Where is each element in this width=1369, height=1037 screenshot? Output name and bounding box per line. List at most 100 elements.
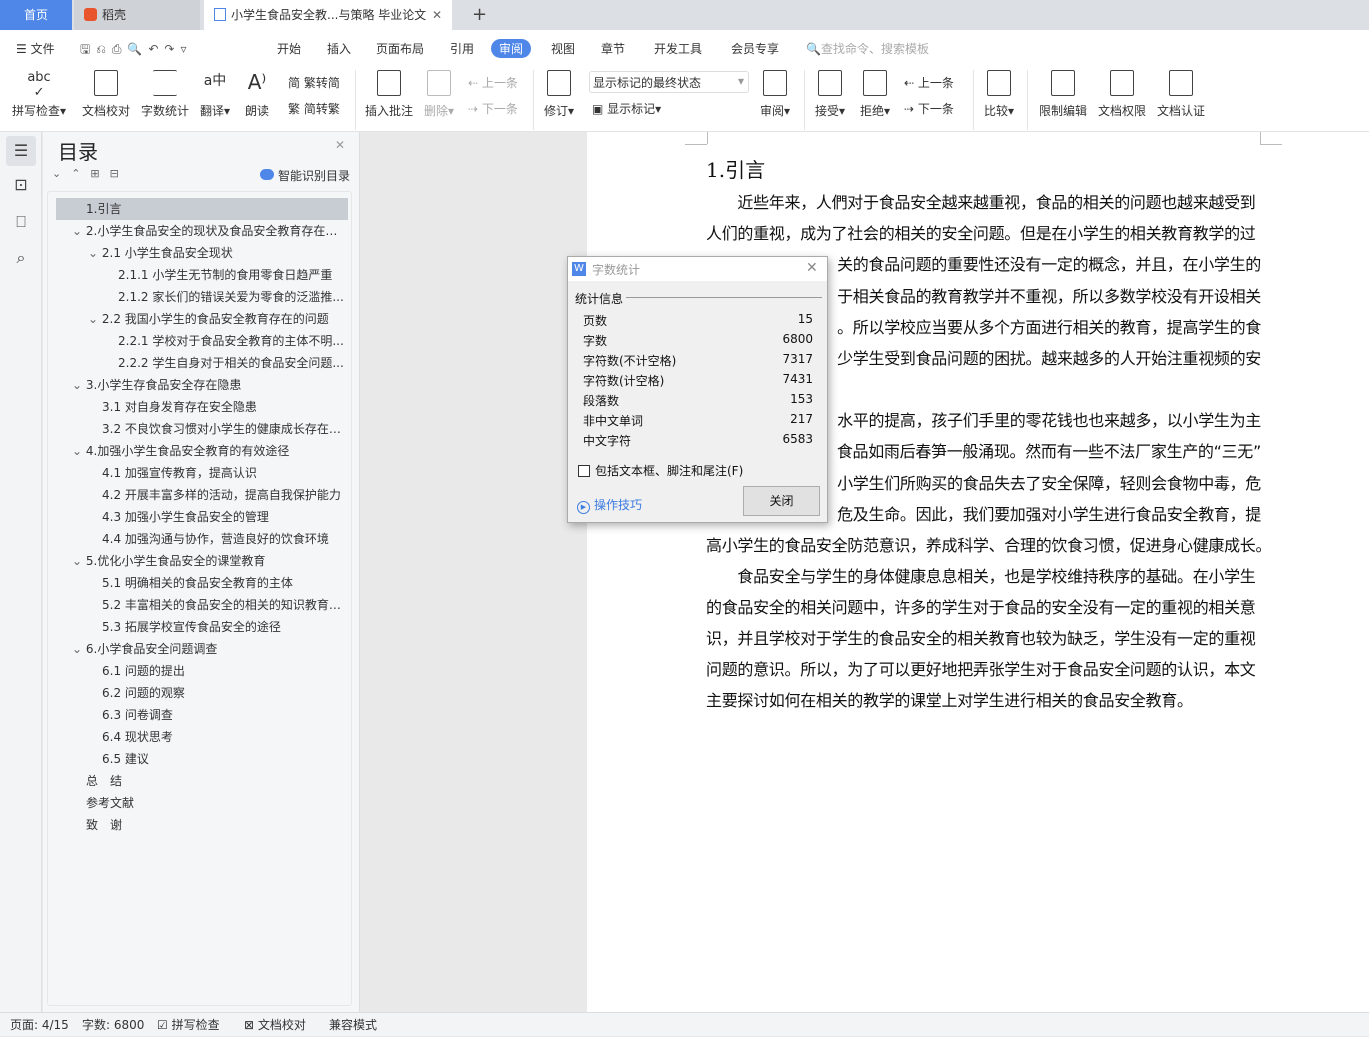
compare-button[interactable]: 比较▾: [984, 70, 1014, 119]
prev-comment-button[interactable]: ⇠ 上一条: [468, 74, 518, 91]
trad-to-simp-button[interactable]: 简 繁转简: [288, 74, 340, 91]
document-line: 近些年来，人們对于食品安全越来越重视，食品的相关的问题也越来越受到: [706, 193, 1256, 212]
menu-review[interactable]: 审阅: [491, 39, 532, 58]
close-pane-icon[interactable]: ✕: [335, 138, 345, 152]
include-textbox-checkbox[interactable]: 包括文本框、脚注和尾注(F): [578, 462, 743, 479]
toc-item[interactable]: 5.3 拓展学校宣传食品安全的途径: [56, 616, 348, 638]
toc-item[interactable]: 6.5 建议: [56, 748, 348, 770]
toc-item[interactable]: 2.1.2 家长们的错误关爱为零食的泛滥推...: [56, 286, 348, 308]
toc-item[interactable]: 致 谢: [56, 814, 348, 836]
toc-item[interactable]: 4.2 开展丰富多样的活动，提高自我保护能力: [56, 484, 348, 506]
doc-proof-icon: [94, 70, 118, 96]
toc-expand-collapse-buttons[interactable]: ⌄⌃⊞⊟: [52, 167, 129, 180]
menu-references[interactable]: 引用: [450, 40, 474, 57]
chevron-down-icon[interactable]: ⌄: [72, 224, 86, 238]
chevron-down-icon[interactable]: ⌄: [72, 378, 86, 392]
simp-to-trad-button[interactable]: 繁 简转繁: [288, 100, 340, 117]
toc-item[interactable]: ⌄ 3.小学生存食品安全存在隐患: [56, 374, 348, 396]
spell-check-status[interactable]: ☑ 拼写检查: [157, 1013, 220, 1037]
chevron-down-icon[interactable]: ⌄: [72, 642, 86, 656]
close-button[interactable]: 关闭: [743, 486, 820, 516]
toc-item[interactable]: 5.2 丰富相关的食品安全的相关的知识教育形...: [56, 594, 348, 616]
read-aloud-button[interactable]: A⁾ 朗读: [245, 70, 269, 119]
toc-item[interactable]: ⌄ 6.小学食品安全问题调查: [56, 638, 348, 660]
tab-document[interactable]: 小学生食品安全教...与策略 毕业论文 ✕: [204, 0, 452, 30]
stat-row: 字符数(不计空格) 7317: [583, 352, 813, 369]
toc-item[interactable]: 3.1 对自身发育存在安全隐患: [56, 396, 348, 418]
comment-add-icon: [377, 70, 401, 96]
toc-item[interactable]: ⌄ 2.2 我国小学生的食品安全教育存在的问题: [56, 308, 348, 330]
toc-item[interactable]: 总 结: [56, 770, 348, 792]
chevron-down-icon[interactable]: ⌄: [72, 444, 86, 458]
track-changes-button[interactable]: 修订▾: [544, 70, 574, 119]
word-count-button[interactable]: 字数统计: [141, 70, 189, 119]
toc-item[interactable]: 2.2.2 学生自身对于相关的食品安全问题...: [56, 352, 348, 374]
markup-state-select[interactable]: 显示标记的最终状态 ▾: [589, 71, 749, 93]
doc-proof-status[interactable]: ⊠ 文档校对: [244, 1013, 306, 1037]
toc-item[interactable]: 2.2.1 学校对于食品安全教育的主体不明...: [56, 330, 348, 352]
toc-item[interactable]: 4.3 加强小学生食品安全的管理: [56, 506, 348, 528]
reject-button[interactable]: 拒绝▾: [860, 70, 890, 119]
toc-item[interactable]: ⌄ 4.加强小学生食品安全教育的有效途径: [56, 440, 348, 462]
menu-page-layout[interactable]: 页面布局: [376, 40, 424, 57]
doc-permission-button[interactable]: 文档权限: [1098, 70, 1146, 119]
restrict-edit-button[interactable]: 限制编辑: [1039, 70, 1087, 119]
chevron-down-icon[interactable]: ⌄: [88, 246, 102, 260]
bookmark-icon[interactable]: ⎕: [6, 207, 36, 237]
menu-insert[interactable]: 插入: [327, 40, 351, 57]
chevron-down-icon[interactable]: ⌄: [72, 554, 86, 568]
toc-item[interactable]: ⌄ 5.优化小学生食品安全的课堂教育: [56, 550, 348, 572]
menu-section[interactable]: 章节: [601, 40, 625, 57]
toc-item[interactable]: 6.2 问题的观察: [56, 682, 348, 704]
menu-start[interactable]: 开始: [277, 40, 301, 57]
toc-item[interactable]: 1.引言: [56, 198, 348, 220]
chapter-icon[interactable]: ⊡: [6, 170, 36, 200]
close-tab-icon[interactable]: ✕: [432, 0, 442, 30]
smart-toc-button[interactable]: 智能识别目录: [260, 167, 350, 184]
toc-item[interactable]: ⌄ 2.1 小学生食品安全现状: [56, 242, 348, 264]
translate-button[interactable]: a中 翻译▾: [200, 70, 230, 119]
accept-button[interactable]: 接受▾: [815, 70, 845, 119]
review-pane-button[interactable]: 审阅▾: [760, 70, 790, 119]
toc-item[interactable]: 6.1 问题的提出: [56, 660, 348, 682]
delete-comment-button[interactable]: 删除▾: [424, 70, 454, 119]
page-indicator[interactable]: 页面: 4/15: [10, 1013, 69, 1037]
toc-item[interactable]: 参考文献: [56, 792, 348, 814]
toc-item[interactable]: 2.1.1 小学生无节制的食用零食日趋严重: [56, 264, 348, 286]
quick-access-toolbar[interactable]: 🖫⎌⎙🔍↶↷▿: [80, 40, 193, 61]
menu-developer[interactable]: 开发工具: [654, 40, 702, 57]
tips-link[interactable]: ▶ 操作技巧: [577, 496, 642, 514]
chevron-down-icon[interactable]: ⌄: [88, 312, 102, 326]
toc-item[interactable]: 6.4 现状思考: [56, 726, 348, 748]
file-menu[interactable]: ☰ 文件: [16, 40, 55, 57]
next-change-button[interactable]: ⇢ 下一条: [904, 100, 954, 117]
toc-item[interactable]: 4.1 加强宣传教育，提高认识: [56, 462, 348, 484]
menu-view[interactable]: 视图: [551, 40, 575, 57]
wps-writer-icon: W: [572, 262, 586, 276]
toc-item-label: 4.加强小学生食品安全教育的有效途径: [85, 444, 290, 458]
spell-check-button[interactable]: abc ✓ 拼写检查▾: [12, 70, 66, 119]
insert-comment-button[interactable]: 插入批注: [365, 70, 413, 119]
toc-item-label: 2.1.1 小学生无节制的食用零食日趋严重: [118, 268, 333, 282]
toc-item-label: 2.2.1 学校对于食品安全教育的主体不明...: [118, 334, 344, 348]
doc-certify-button[interactable]: 文档认证: [1157, 70, 1205, 119]
toc-item[interactable]: 5.1 明确相关的食品安全教育的主体: [56, 572, 348, 594]
prev-change-button[interactable]: ⇠ 上一条: [904, 74, 954, 91]
show-markup-button[interactable]: ▣ 显示标记▾: [592, 100, 661, 117]
toc-item[interactable]: 6.3 问卷调查: [56, 704, 348, 726]
new-tab-button[interactable]: +: [462, 0, 487, 30]
spell-check-icon: abc ✓: [27, 70, 51, 100]
search-icon[interactable]: ⌕: [6, 243, 36, 273]
toc-item[interactable]: ⌄ 2.小学生食品安全的现状及食品安全教育存在的...: [56, 220, 348, 242]
toc-item[interactable]: 3.2 不良饮食习惯对小学生的健康成长存在安...: [56, 418, 348, 440]
tab-daoke[interactable]: 稻壳: [74, 0, 200, 30]
next-comment-button[interactable]: ⇢ 下一条: [468, 100, 518, 117]
doc-proof-button[interactable]: 文档校对: [82, 70, 130, 119]
close-icon[interactable]: ✕: [806, 260, 818, 276]
tab-home[interactable]: 首页: [0, 0, 72, 30]
toc-item[interactable]: 4.4 加强沟通与协作，营造良好的饮食环境: [56, 528, 348, 550]
menu-member[interactable]: 会员专享: [731, 40, 779, 57]
toc-icon[interactable]: ☰: [6, 136, 36, 166]
word-count-indicator[interactable]: 字数: 6800: [82, 1013, 144, 1037]
command-search[interactable]: 🔍查找命令、搜索模板: [806, 40, 929, 57]
